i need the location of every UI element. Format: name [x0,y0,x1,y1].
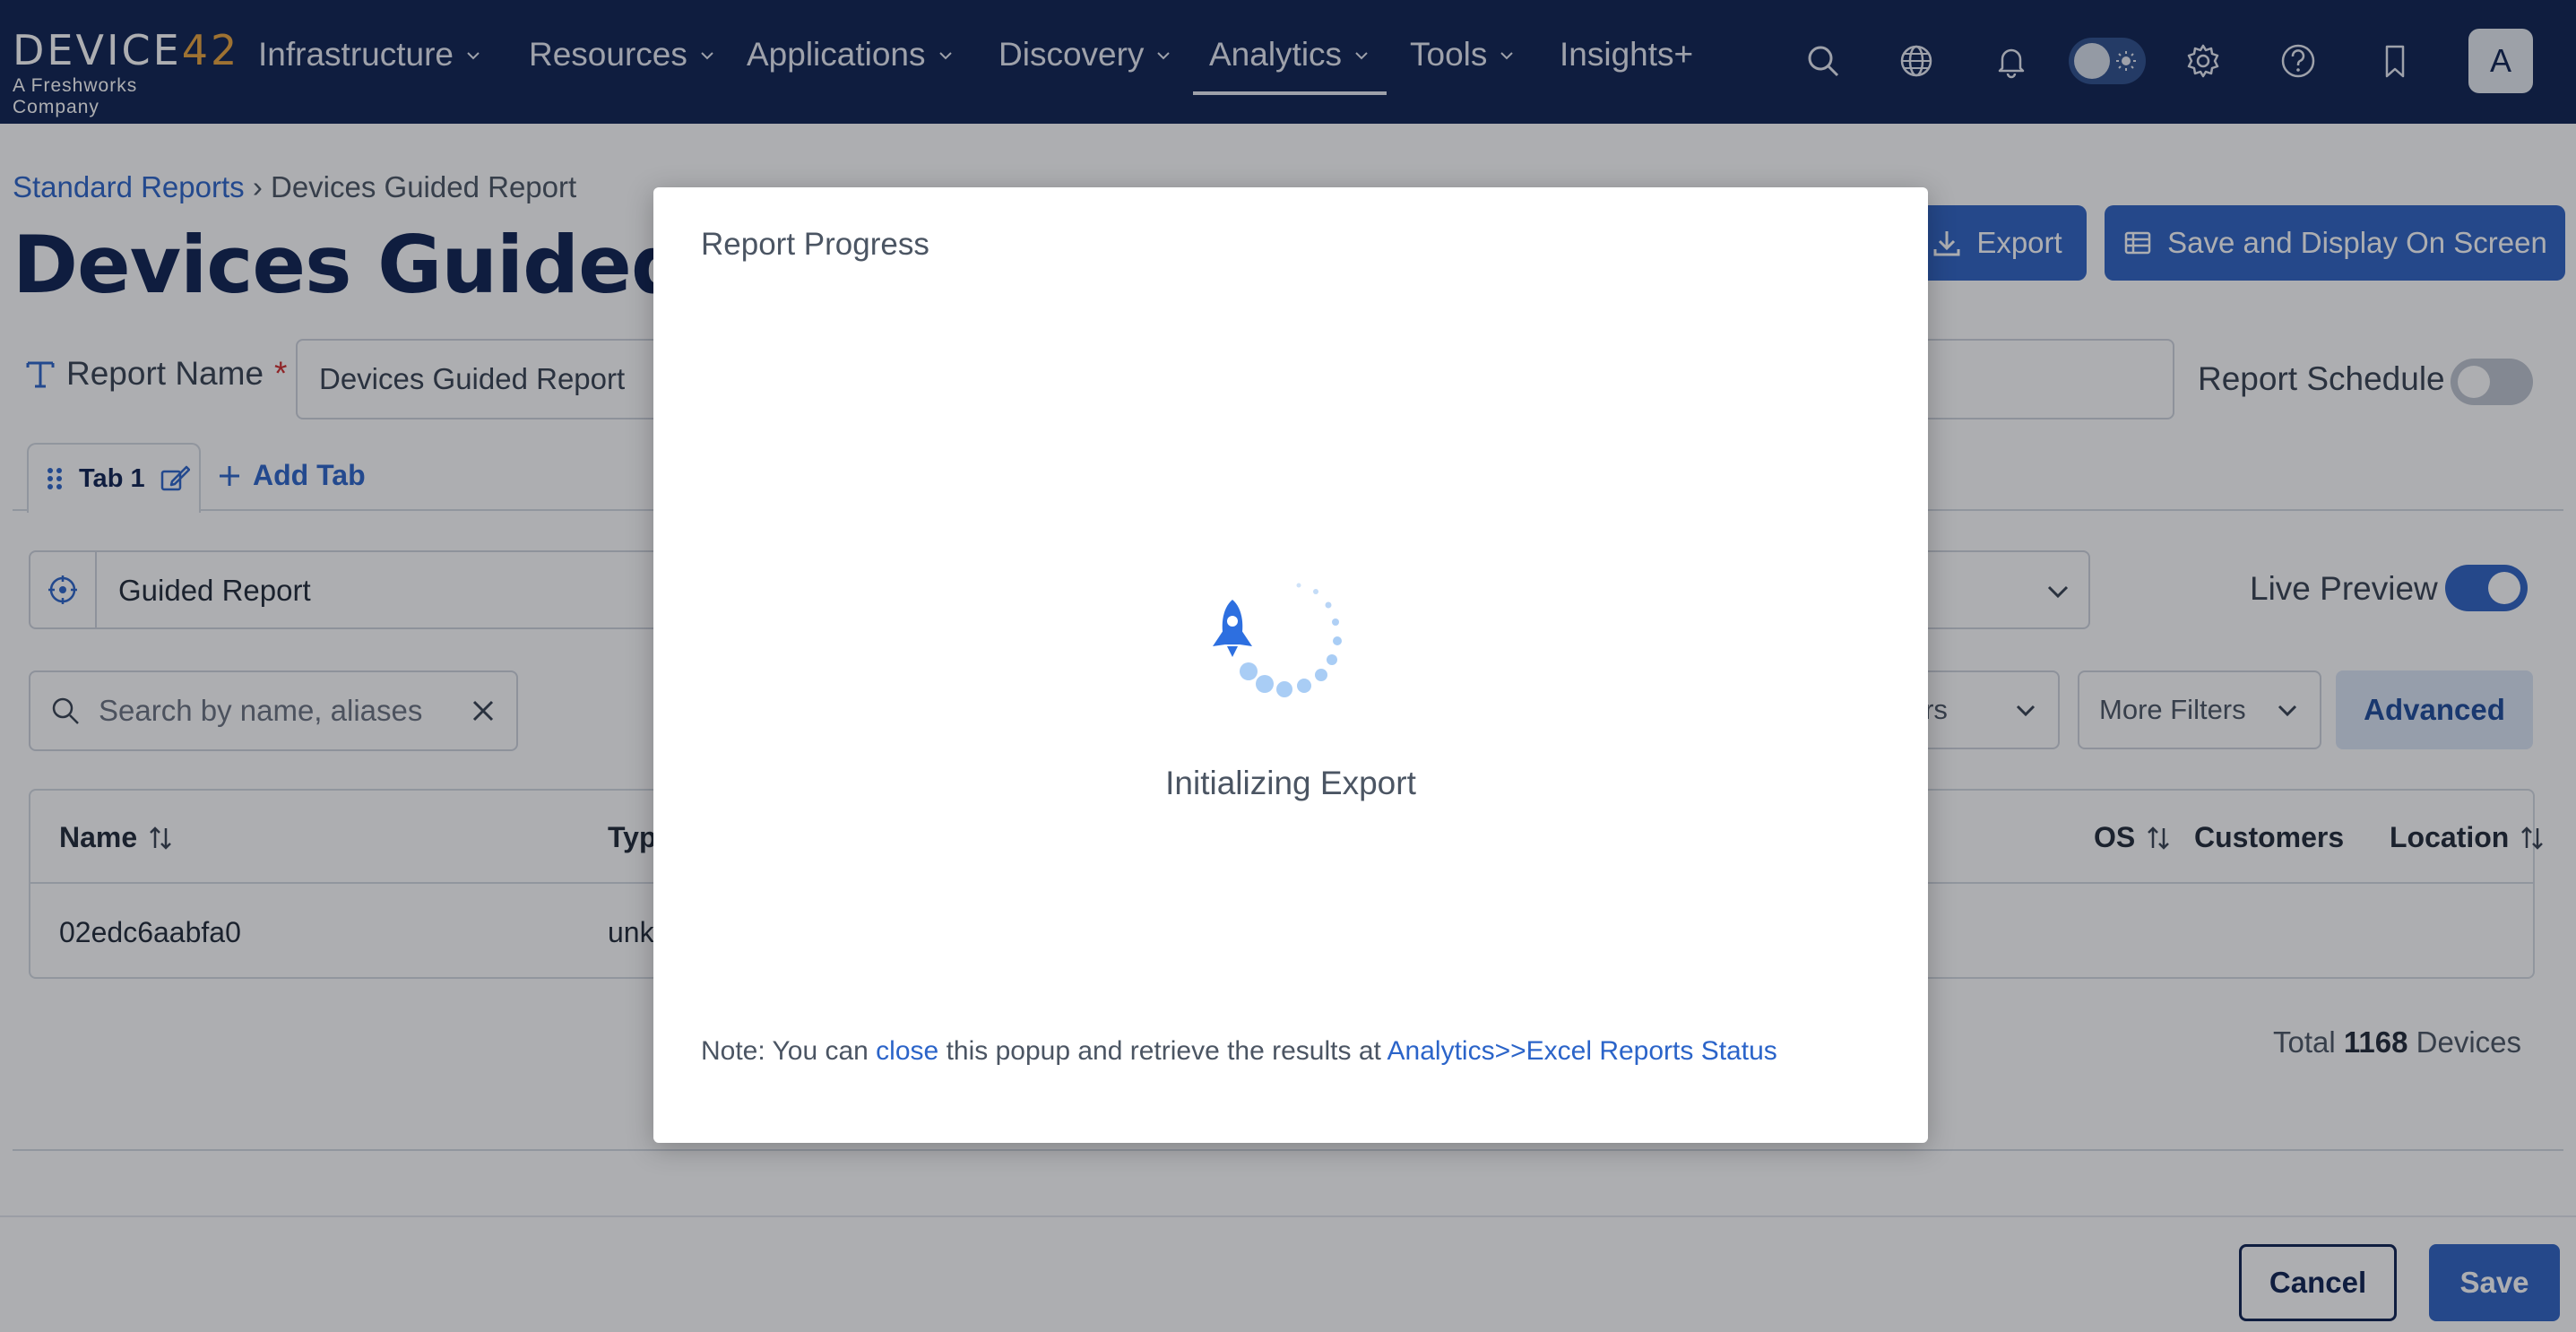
excel-reports-status-link[interactable]: Analytics>>Excel Reports Status [1387,1036,1777,1066]
report-progress-modal: Report Progress Initializing Export Note… [653,187,1928,1143]
note-middle: this popup and retrieve the results at [946,1036,1381,1066]
close-popup-link[interactable]: close [876,1036,938,1066]
modal-note: Note: You can close this popup and retri… [701,1036,1777,1067]
loading-spinner [1213,583,1342,697]
spinner-dots [1240,583,1342,697]
note-prefix: Note: You can [701,1036,869,1066]
rocket-icon [1213,600,1252,657]
export-status-text: Initializing Export [1165,765,1416,801]
modal-title: Report Progress [701,227,929,262]
